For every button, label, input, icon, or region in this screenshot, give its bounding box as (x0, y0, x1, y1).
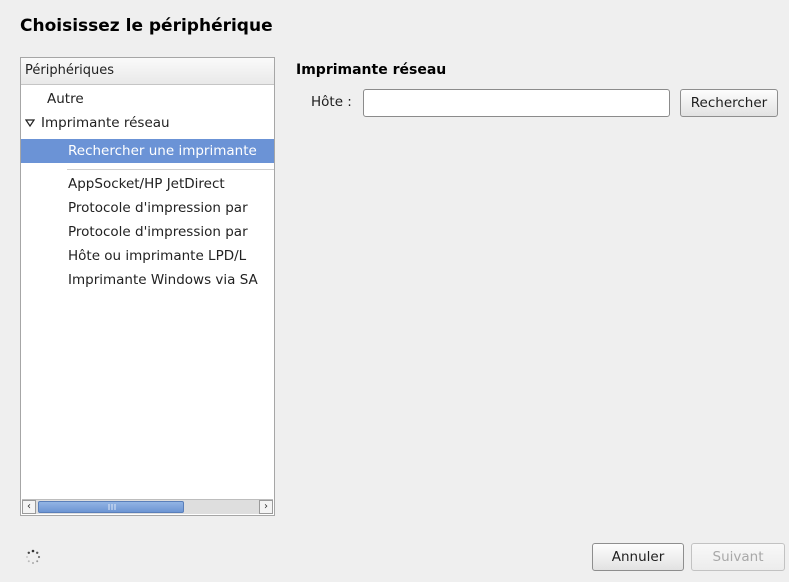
dialog-title: Choisissez le périphérique (20, 16, 273, 36)
tree-item-label: Hôte ou imprimante LPD/L (68, 248, 247, 264)
chevron-left-icon[interactable]: ‹ (22, 500, 36, 514)
tree-item-label: Protocole d'impression par (68, 200, 248, 216)
tree-item-label: Imprimante réseau (41, 115, 170, 131)
tree-item-appsocket[interactable]: AppSocket/HP JetDirect (21, 172, 274, 196)
tree-separator (67, 169, 274, 170)
tree-item-autre[interactable]: Autre (21, 87, 274, 111)
device-list-header[interactable]: Périphériques (21, 58, 274, 85)
tree-item-protocole-1[interactable]: Protocole d'impression par (21, 196, 274, 220)
tree-item-imprimante-reseau[interactable]: Imprimante réseau (21, 111, 274, 135)
tree-item-label: Protocole d'impression par (68, 224, 248, 240)
tree-item-label: AppSocket/HP JetDirect (68, 176, 225, 192)
tree-item-windows-samba[interactable]: Imprimante Windows via SA (21, 268, 274, 292)
expander-down-icon[interactable] (25, 118, 35, 128)
chevron-right-icon[interactable]: › (259, 500, 273, 514)
scrollbar-thumb[interactable] (38, 501, 184, 513)
tree-item-lpd[interactable]: Hôte ou imprimante LPD/L (21, 244, 274, 268)
host-label: Hôte : (311, 94, 352, 110)
search-button[interactable]: Rechercher (680, 89, 778, 117)
host-input[interactable] (363, 89, 670, 117)
tree-item-rechercher[interactable]: Rechercher une imprimante (21, 139, 274, 163)
tree-item-protocole-2[interactable]: Protocole d'impression par (21, 220, 274, 244)
tree-item-label: Rechercher une imprimante (68, 143, 257, 159)
horizontal-scrollbar[interactable]: ‹ › (22, 499, 273, 514)
grip-icon (108, 504, 116, 510)
next-button[interactable]: Suivant (691, 543, 785, 571)
tree-item-label: Imprimante Windows via SA (68, 272, 258, 288)
tree-item-label: Autre (47, 91, 84, 107)
section-title: Imprimante réseau (296, 62, 447, 78)
device-tree: Autre Imprimante réseau Rechercher une i… (21, 85, 274, 498)
device-list-panel: Périphériques Autre Imprimante réseau Re… (20, 57, 275, 516)
cancel-button[interactable]: Annuler (592, 543, 684, 571)
spinner-icon (26, 549, 41, 564)
